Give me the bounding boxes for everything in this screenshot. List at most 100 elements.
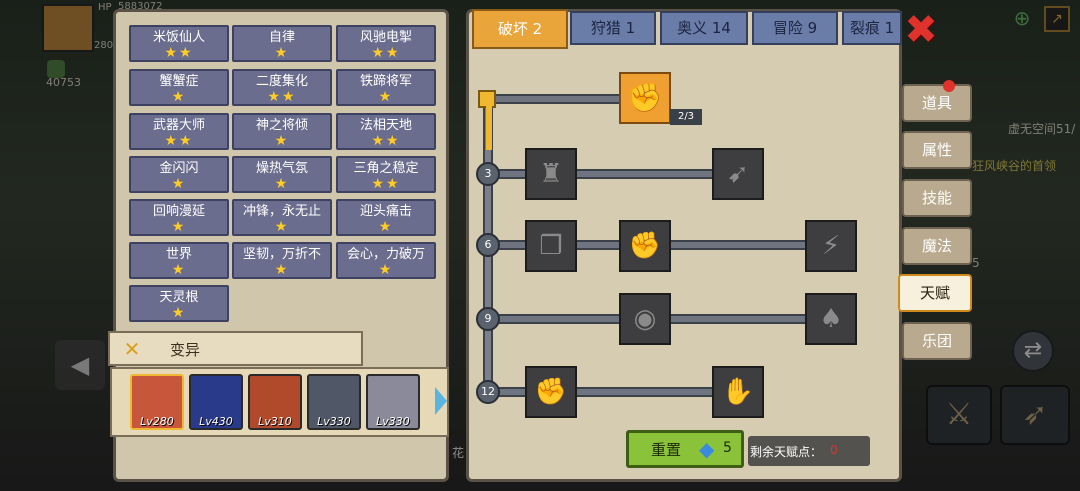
tab-1[interactable]: 狩猎 1 xyxy=(570,11,656,45)
side-menu-item[interactable]: 乐团 xyxy=(902,322,972,360)
side-menu-notification-icon xyxy=(943,80,955,92)
reset-cost: 5 xyxy=(723,440,732,456)
talent-node-bat[interactable]: ♠ xyxy=(805,293,857,345)
star-icon: ★ xyxy=(274,45,290,61)
talent-tile[interactable]: 二度集化 ★★ xyxy=(232,69,332,106)
hero-level: Lv430 xyxy=(199,415,233,428)
spear-icon: ⚡ xyxy=(821,231,841,261)
star-icon: ★★ xyxy=(164,45,194,61)
talent-name: 回响漫延 xyxy=(152,204,205,219)
talent-name: 蟹蟹症 xyxy=(159,74,199,89)
talent-tile[interactable]: 燥热气氛 ★ xyxy=(232,156,332,193)
reset-button[interactable]: 重置 ◆ 5 xyxy=(626,430,744,468)
talent-tile[interactable]: 天灵根 ★ xyxy=(129,285,229,322)
star-icon: ★ xyxy=(274,176,290,192)
talent-name: 天灵根 xyxy=(159,290,199,305)
talent-name: 神之将倾 xyxy=(255,118,308,133)
talent-name: 三角之稳定 xyxy=(353,161,419,176)
star-icon: ★★ xyxy=(164,133,194,149)
talent-name: 米饭仙人 xyxy=(152,30,205,45)
side-menu-item[interactable]: 魔法 xyxy=(902,227,972,265)
talent-tile[interactable]: 蟹蟹症 ★ xyxy=(129,69,229,106)
side-menu-item[interactable]: 属性 xyxy=(902,131,972,169)
talent-name: 法相天地 xyxy=(359,118,412,133)
hero-level: Lv310 xyxy=(258,415,292,428)
talent-node-body[interactable]: ♜ xyxy=(525,148,577,200)
mutation-header[interactable]: ✕ 变异 xyxy=(108,331,363,366)
talent-tile[interactable]: 铁蹄将军 ★ xyxy=(336,69,436,106)
talent-name: 世界 xyxy=(165,247,192,262)
remaining-value: 0 xyxy=(830,443,838,457)
hero-portrait[interactable]: Lv430 xyxy=(189,374,243,430)
star-icon: ★★ xyxy=(267,89,297,105)
star-icon: ★ xyxy=(274,219,290,235)
body-icon: ♜ xyxy=(539,159,563,189)
side-menu-item[interactable]: 天赋 xyxy=(898,274,972,312)
close-button[interactable]: ✖ xyxy=(901,10,941,50)
talent-tile[interactable]: 武器大师 ★★ xyxy=(129,113,229,150)
hero-level: Lv330 xyxy=(317,415,351,428)
talent-tile[interactable]: 自律 ★ xyxy=(232,25,332,62)
talent-node-raised-fist[interactable]: ✊ xyxy=(525,366,577,418)
bat-icon: ♠ xyxy=(819,304,843,334)
level-marker: 3 xyxy=(476,162,500,186)
handshake-progress: 2/3 xyxy=(670,109,702,125)
talent-node-gauntlet[interactable]: ✋ xyxy=(712,366,764,418)
star-icon: ★ xyxy=(378,262,394,278)
star-icon: ★ xyxy=(274,262,290,278)
talent-node-spear[interactable]: ⚡ xyxy=(805,220,857,272)
talent-tile[interactable]: 神之将倾 ★ xyxy=(232,113,332,150)
talent-node-arrow[interactable]: ➹ xyxy=(712,148,764,200)
talent-tile[interactable]: 冲锋，永无止 ★ xyxy=(232,199,332,236)
tree-connector xyxy=(486,94,620,104)
talent-tile[interactable]: 米饭仙人 ★★ xyxy=(129,25,229,62)
star-icon: ★ xyxy=(171,176,187,192)
talent-name: 会心，力破万 xyxy=(346,247,425,262)
cards-icon: ❐ xyxy=(539,231,563,261)
hero-level: Lv280 xyxy=(140,415,174,428)
level-marker: 12 xyxy=(476,380,500,404)
talent-node-fist[interactable]: ✊ xyxy=(619,220,671,272)
side-menu-item[interactable]: 技能 xyxy=(902,179,972,217)
talent-name: 自律 xyxy=(268,30,295,45)
hero-level: Lv330 xyxy=(376,415,410,428)
talent-tile[interactable]: 迎头痛击 ★ xyxy=(336,199,436,236)
talent-name: 坚韧，万折不 xyxy=(242,247,321,262)
talent-tile[interactable]: 回响漫延 ★ xyxy=(129,199,229,236)
talent-tile[interactable]: 坚韧，万折不 ★ xyxy=(232,242,332,279)
level-marker: 6 xyxy=(476,233,500,257)
star-icon: ★★ xyxy=(371,133,401,149)
hero-portrait[interactable]: Lv330 xyxy=(366,374,420,430)
talent-tile[interactable]: 法相天地 ★★ xyxy=(336,113,436,150)
hero-next-arrow-icon[interactable] xyxy=(435,387,447,415)
talent-tile[interactable]: 三角之稳定 ★★ xyxy=(336,156,436,193)
tab-3[interactable]: 冒险 9 xyxy=(752,11,838,45)
star-icon: ★★ xyxy=(371,176,401,192)
star-icon: ★ xyxy=(274,133,290,149)
talent-tile[interactable]: 金闪闪 ★ xyxy=(129,156,229,193)
star-icon: ★ xyxy=(378,89,394,105)
talent-name: 武器大师 xyxy=(152,118,205,133)
talent-tile[interactable]: 世界 ★ xyxy=(129,242,229,279)
hero-portrait[interactable]: Lv310 xyxy=(248,374,302,430)
remaining-label: 剩余天赋点： xyxy=(750,445,823,459)
hero-portrait[interactable]: Lv330 xyxy=(307,374,361,430)
tab-0[interactable]: 破坏 2 xyxy=(472,9,568,49)
dna-icon: ✕ xyxy=(123,337,141,361)
tree-progress-fill xyxy=(486,106,492,150)
talent-node-cards[interactable]: ❐ xyxy=(525,220,577,272)
talent-node-orb[interactable]: ◉ xyxy=(619,293,671,345)
star-icon: ★ xyxy=(171,305,187,321)
talent-tile[interactable]: 风驰电掣 ★★ xyxy=(336,25,436,62)
talent-node-handshake[interactable]: ✊ xyxy=(619,72,671,124)
talent-tile[interactable]: 会心，力破万 ★ xyxy=(336,242,436,279)
reset-label: 重置 xyxy=(651,441,682,459)
hero-portrait[interactable]: Lv280 xyxy=(130,374,184,430)
side-menu-item[interactable]: 道具 xyxy=(902,84,972,122)
mutation-label: 变异 xyxy=(170,341,201,359)
tab-2[interactable]: 奥义 14 xyxy=(660,11,748,45)
tab-4[interactable]: 裂痕 1 xyxy=(842,11,902,45)
orb-icon: ◉ xyxy=(633,304,657,334)
star-icon: ★ xyxy=(378,219,394,235)
talent-name: 冲锋，永无止 xyxy=(242,204,321,219)
